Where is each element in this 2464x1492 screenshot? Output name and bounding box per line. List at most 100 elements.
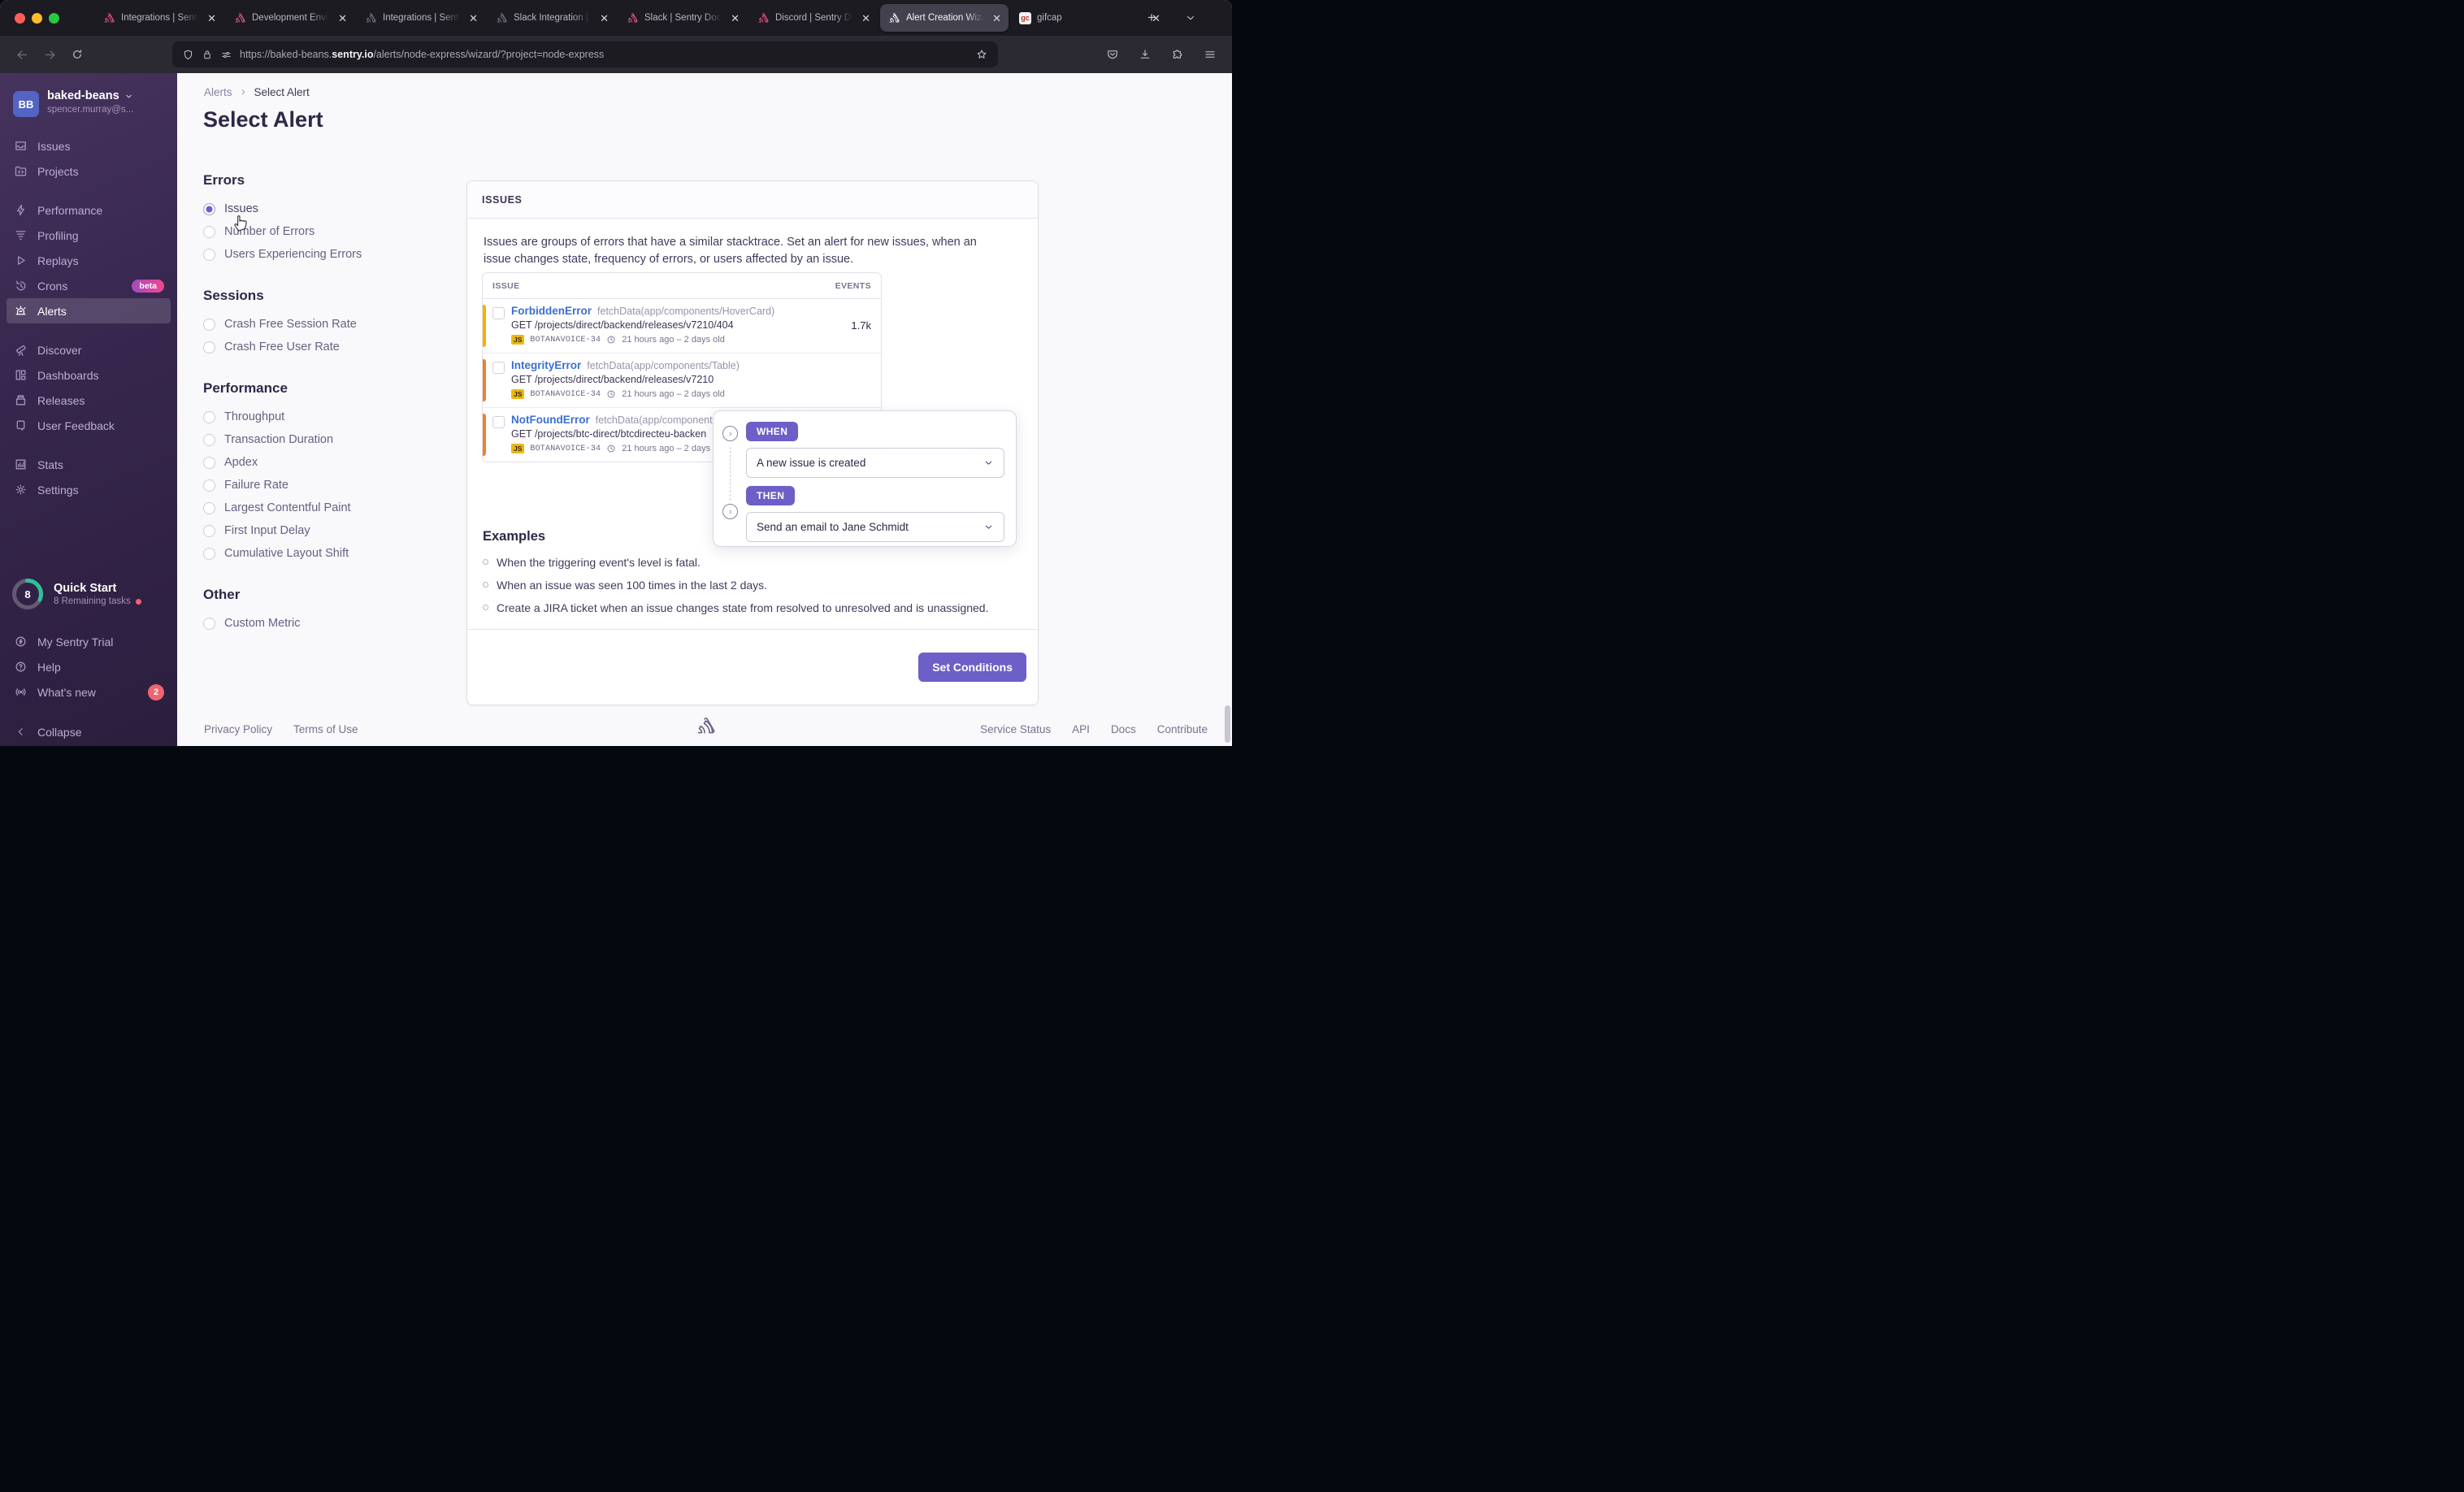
sidebar-collapse-button[interactable]: Collapse xyxy=(0,719,177,744)
sidebar-item-performance[interactable]: Performance xyxy=(0,197,177,223)
tab-close-icon[interactable]: ✕ xyxy=(860,11,872,25)
privacy-policy-link[interactable]: Privacy Policy xyxy=(204,723,272,735)
tab-title: Integrations | Sentry xyxy=(383,13,462,23)
radio-option-largest-contentful-paint[interactable]: Largest Contentful Paint xyxy=(203,497,406,519)
bullet-icon xyxy=(483,559,488,565)
sidebar-item-replays[interactable]: Replays xyxy=(0,248,177,273)
row-checkbox[interactable] xyxy=(492,362,505,374)
issue-detail: GET /projects/direct/backend/releases/v7… xyxy=(511,374,714,385)
sidebar-item-user-feedback[interactable]: User Feedback xyxy=(0,413,177,438)
window-close-button[interactable] xyxy=(15,12,25,24)
issue-title-link[interactable]: ForbiddenError xyxy=(511,305,592,317)
browser-tab[interactable]: Discord | Sentry Do ✕ xyxy=(749,4,878,32)
quick-start-panel[interactable]: 8 Quick Start 8 Remaining tasks xyxy=(11,577,141,611)
scrollbar-thumb[interactable] xyxy=(1225,705,1230,743)
tab-title: Development Enviro xyxy=(252,13,332,23)
tab-close-icon[interactable]: ✕ xyxy=(991,11,1003,25)
radio-option-failure-rate[interactable]: Failure Rate xyxy=(203,474,406,497)
sidebar-item-releases[interactable]: Releases xyxy=(0,388,177,413)
issue-title-link[interactable]: NotFoundError xyxy=(511,414,590,426)
browser-tab-active[interactable]: Alert Creation Wiza ✕ xyxy=(880,4,1009,32)
extensions-button[interactable] xyxy=(1164,41,1191,67)
bookmark-star-icon[interactable] xyxy=(975,48,988,61)
tab-close-icon[interactable]: ✕ xyxy=(467,11,479,25)
radio-option-custom-metric[interactable]: Custom Metric xyxy=(203,612,406,635)
docs-link[interactable]: Docs xyxy=(1111,723,1136,735)
org-switcher[interactable]: BB baked-beans spencer.murray@s... xyxy=(0,73,177,122)
broadcast-icon xyxy=(13,685,28,699)
sidebar-item-label: Profiling xyxy=(37,228,79,242)
sidebar-item-settings[interactable]: Settings xyxy=(0,477,177,502)
radio-icon xyxy=(203,340,215,353)
sidebar-item-alerts[interactable]: Alerts xyxy=(7,298,171,323)
tab-close-icon[interactable]: ✕ xyxy=(206,11,218,25)
browser-tab[interactable]: Integrations | Sentry ✕ xyxy=(357,4,485,32)
api-link[interactable]: API xyxy=(1072,723,1090,735)
browser-tab[interactable]: Slack | Sentry Docu ✕ xyxy=(618,4,747,32)
issue-detail: GET /projects/direct/backend/releases/v7… xyxy=(511,319,734,331)
radio-option-crash-free-user-rate[interactable]: Crash Free User Rate xyxy=(203,336,406,358)
set-conditions-button[interactable]: Set Conditions xyxy=(918,653,1026,682)
tab-close-icon[interactable]: ✕ xyxy=(729,11,741,25)
sidebar-item-profiling[interactable]: Profiling xyxy=(0,223,177,248)
radio-option-first-input-delay[interactable]: First Input Delay xyxy=(203,519,406,542)
notification-dot xyxy=(135,598,141,605)
new-tab-button[interactable]: + xyxy=(1139,6,1164,30)
issue-culprit: fetchData(app/components/Table) xyxy=(587,360,740,371)
url-bar[interactable]: https://baked-beans.sentry.io/alerts/nod… xyxy=(172,41,998,67)
contribute-link[interactable]: Contribute xyxy=(1157,723,1208,735)
sidebar-item-discover[interactable]: Discover xyxy=(0,337,177,362)
sidebar-item-whats-new[interactable]: What's new 2 xyxy=(0,679,177,705)
table-row[interactable]: IntegrityError fetchData(app/components/T… xyxy=(483,353,881,408)
pocket-button[interactable] xyxy=(1099,41,1126,67)
radio-option-transaction-duration[interactable]: Transaction Duration xyxy=(203,428,406,451)
menu-button[interactable] xyxy=(1196,41,1224,67)
browser-window: Integrations | Sentry ✕ Development Envi… xyxy=(0,0,1232,746)
back-button[interactable] xyxy=(8,41,36,67)
radio-option-issues[interactable]: Issues xyxy=(203,197,406,220)
sidebar-item-label: Performance xyxy=(37,203,103,217)
sidebar-item-stats[interactable]: Stats xyxy=(0,452,177,477)
window-controls xyxy=(0,12,71,24)
bullet-icon xyxy=(483,605,488,610)
forward-button[interactable] xyxy=(36,41,63,67)
sidebar-item-trial[interactable]: My Sentry Trial xyxy=(0,629,177,654)
issue-title-link[interactable]: IntegrityError xyxy=(511,359,581,371)
list-all-tabs-button[interactable] xyxy=(1178,6,1203,30)
radio-option-number-of-errors[interactable]: Number of Errors xyxy=(203,220,406,243)
alert-type-filters: Errors Issues Number of Errors Users Exp… xyxy=(203,172,406,657)
sidebar-item-crons[interactable]: Crons beta xyxy=(0,273,177,298)
breadcrumb-alerts-link[interactable]: Alerts xyxy=(204,86,232,98)
download-button[interactable] xyxy=(1131,41,1159,67)
window-minimize-button[interactable] xyxy=(32,12,42,24)
tab-title: Integrations | Sentry xyxy=(121,13,201,23)
tab-close-icon[interactable]: ✕ xyxy=(336,11,349,25)
forward-arrow-icon xyxy=(45,50,54,59)
radio-option-throughput[interactable]: Throughput xyxy=(203,406,406,428)
row-checkbox[interactable] xyxy=(492,307,505,319)
when-select[interactable]: A new issue is created xyxy=(746,448,1004,478)
when-badge: WHEN xyxy=(746,422,799,441)
tab-close-icon[interactable]: ✕ xyxy=(598,11,610,25)
sidebar-item-issues[interactable]: Issues xyxy=(0,133,177,158)
sidebar-item-dashboards[interactable]: Dashboards xyxy=(0,362,177,388)
sidebar-item-help[interactable]: Help xyxy=(0,654,177,679)
table-row[interactable]: ForbiddenError fetchData(app/components/H… xyxy=(483,299,881,353)
row-checkbox[interactable] xyxy=(492,416,505,428)
reload-icon xyxy=(73,50,82,59)
clock-icon xyxy=(607,390,615,398)
browser-tab[interactable]: Development Enviro ✕ xyxy=(226,4,354,32)
radio-option-cumulative-layout-shift[interactable]: Cumulative Layout Shift xyxy=(203,542,406,565)
browser-tab[interactable]: Slack Integration | S ✕ xyxy=(488,4,616,32)
issue-age: 21 hours ago – 2 days old xyxy=(622,389,725,399)
service-status-link[interactable]: Service Status xyxy=(980,723,1051,735)
reload-button[interactable] xyxy=(63,41,91,67)
radio-option-crash-free-session-rate[interactable]: Crash Free Session Rate xyxy=(203,313,406,336)
window-zoom-button[interactable] xyxy=(49,12,59,24)
terms-of-use-link[interactable]: Terms of Use xyxy=(293,723,358,735)
radio-option-apdex[interactable]: Apdex xyxy=(203,451,406,474)
radio-option-users-experiencing-errors[interactable]: Users Experiencing Errors xyxy=(203,243,406,266)
browser-tab[interactable]: Integrations | Sentry ✕ xyxy=(95,4,223,32)
then-select[interactable]: Send an email to Jane Schmidt xyxy=(746,512,1004,542)
sidebar-item-projects[interactable]: Projects xyxy=(0,158,177,184)
